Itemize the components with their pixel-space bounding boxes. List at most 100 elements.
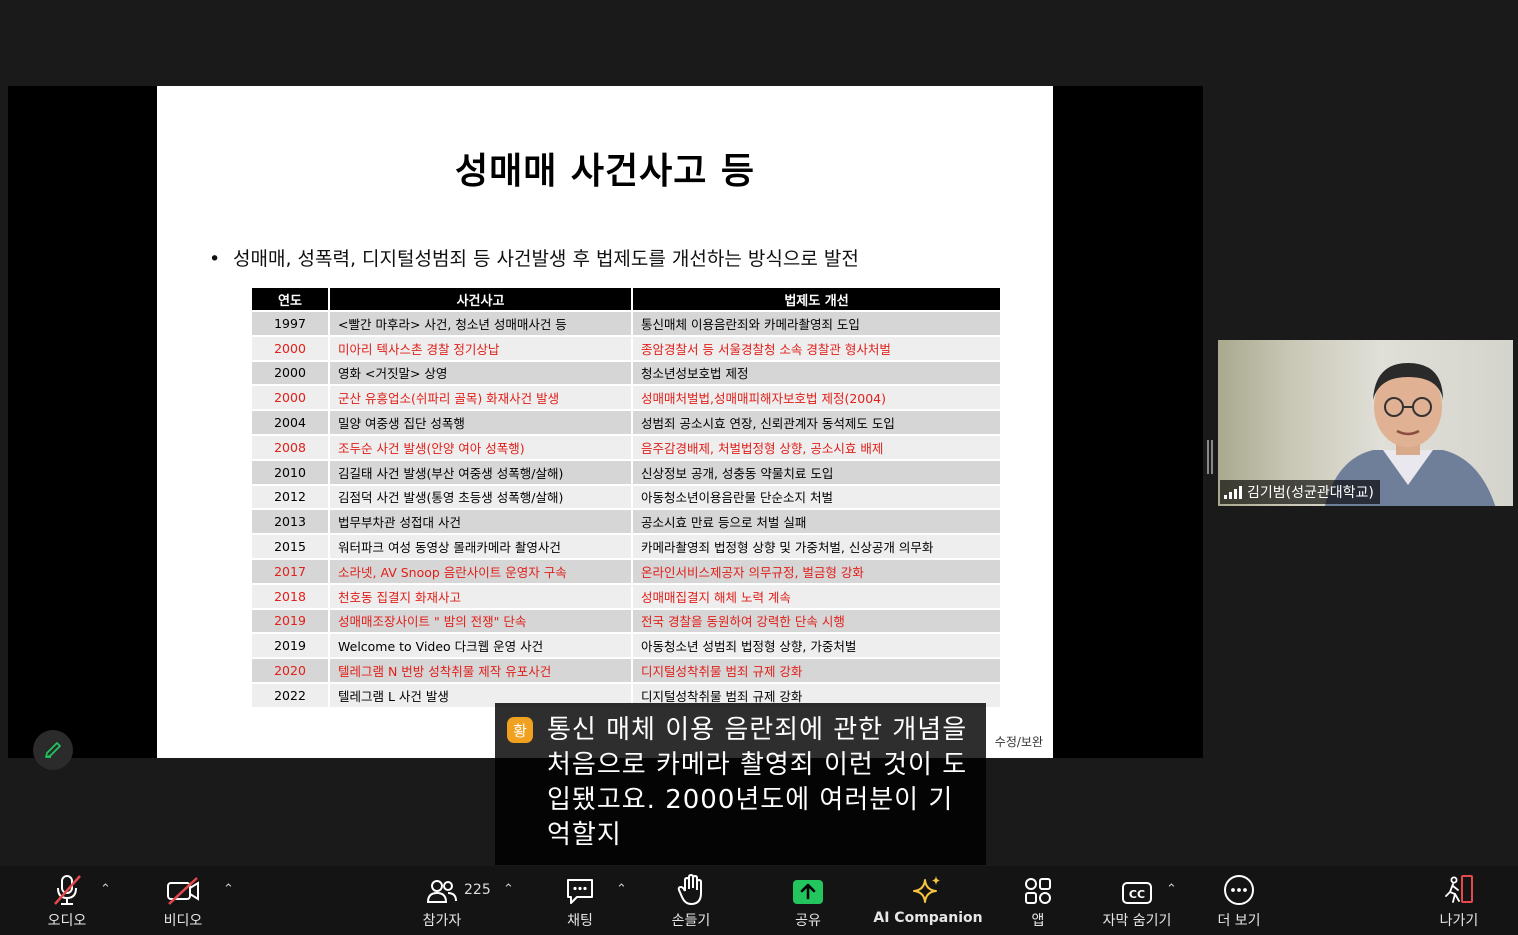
table-row: 2019 Welcome to Video 다크웹 운영 사건 아동청소년 성범죄 … — [252, 632, 1000, 659]
captions-button[interactable]: CC 자막 숨기기 — [1092, 866, 1182, 935]
apps-icon — [1025, 878, 1051, 904]
cell-year: 2019 — [252, 607, 330, 634]
sparkle-icon — [913, 876, 940, 903]
cell-event: 소라넷, AV Snoop 음란사이트 운영자 구속 — [329, 557, 633, 584]
cell-reform: 아동청소년 성범죄 법정형 상향, 가중처벌 — [632, 632, 1000, 659]
closed-caption-icon: CC — [1122, 882, 1152, 904]
cell-reform: 디지털성착취물 범죄 규제 강화 — [632, 657, 1000, 683]
cell-year: 2000 — [252, 359, 330, 386]
leave-label: 나가기 — [1439, 913, 1479, 929]
table-row: 2020 텔레그램 N 번방 성착취물 제작 유포사건 디지털성착취물 범죄 규제 … — [252, 657, 1000, 683]
cell-event: <빨간 마후라> 사건, 청소년 성매매사건 등 — [329, 310, 633, 336]
table-row: 2000 군산 유흥업소(쉬파리 골목) 화재사건 발생 성매매처벌법,성매매피해자… — [252, 384, 1000, 411]
cell-year: 2018 — [252, 582, 330, 609]
table-row: 1997 <빨간 마후라> 사건, 청소년 성매매사건 등 통신매체 이용음란죄와 … — [252, 310, 1000, 336]
cell-year: 1997 — [252, 310, 330, 336]
audio-button[interactable]: 오디오 — [36, 866, 98, 935]
cell-year: 2019 — [252, 632, 330, 659]
cell-event: 영화 <거짓말> 상영 — [329, 359, 633, 386]
chat-icon — [567, 879, 593, 904]
cell-reform: 통신매체 이용음란죄와 카메라촬영죄 도입 — [632, 310, 1000, 336]
participant-name: 김기범(성균관대학교) — [1247, 485, 1374, 501]
cell-event: 조두순 사건 발생(안양 여아 성폭행) — [329, 433, 633, 460]
audio-options-chevron-icon[interactable]: ⌃ — [100, 882, 111, 897]
cell-year: 2017 — [252, 557, 330, 584]
cell-reform: 아동청소년이용음란물 단순소지 처벌 — [632, 483, 1000, 510]
camera-off-icon — [167, 877, 199, 905]
cell-year: 2012 — [252, 483, 330, 510]
captions-options-chevron-icon[interactable]: ⌃ — [1166, 882, 1177, 897]
leave-button[interactable]: 나가기 — [1428, 866, 1490, 935]
participants-options-chevron-icon[interactable]: ⌃ — [503, 882, 514, 897]
video-button[interactable]: 비디오 — [152, 866, 214, 935]
table-row: 2018 천호동 집결지 화재사고 성매매집결지 해체 노력 계속 — [252, 582, 1000, 609]
svg-text:CC: CC — [1129, 888, 1145, 901]
raise-hand-icon — [677, 874, 702, 905]
captions-label: 자막 숨기기 — [1102, 913, 1172, 929]
cell-event: 천호동 집결지 화재사고 — [329, 582, 633, 609]
participants-label: 참가자 — [422, 913, 462, 929]
slide-bullet: • 성매매, 성폭력, 디지털성범죄 등 사건발생 후 법제도를 개선하는 방식으… — [209, 248, 859, 270]
slide-footnote: 수정/보완 — [994, 735, 1043, 749]
table-row: 2010 김길태 사건 발생(부산 여중생 성폭행/살해) 신상정보 공개, 성충동… — [252, 458, 1000, 485]
cell-year: 2000 — [252, 384, 330, 411]
cell-event: 법무부차관 성접대 사건 — [329, 508, 633, 535]
chat-button[interactable]: 채팅 — [550, 866, 610, 935]
slide-title: 성매매 사건사고 등 — [454, 151, 756, 192]
presentation-slide: 성매매 사건사고 등 • 성매매, 성폭력, 디지털성범죄 등 사건발생 후 법제… — [157, 86, 1053, 758]
leave-door-icon — [1445, 875, 1473, 903]
raise-hand-button[interactable]: 손들기 — [660, 866, 722, 935]
video-options-chevron-icon[interactable]: ⌃ — [223, 882, 234, 897]
cell-reform: 성매매집결지 해체 노력 계속 — [632, 582, 1000, 609]
chat-options-chevron-icon[interactable]: ⌃ — [616, 882, 627, 897]
cell-event: 김점덕 사건 발생(통영 초등생 성폭행/살해) — [329, 483, 633, 510]
caption-speaker-avatar: 황 — [507, 717, 533, 743]
panel-resize-handle[interactable] — [1207, 440, 1213, 474]
cell-event: 미아리 텍사스촌 경찰 정기상납 — [329, 334, 633, 361]
share-screen-icon — [793, 880, 823, 904]
participants-icon — [426, 880, 457, 903]
cell-event: 밀양 여중생 집단 성폭행 — [329, 409, 633, 435]
share-screen-button[interactable]: 공유 — [778, 866, 838, 935]
cell-reform: 공소시효 만료 등으로 처벌 실패 — [632, 508, 1000, 535]
cell-reform: 음주감경배제, 처벌법정형 상향, 공소시효 배제 — [632, 433, 1000, 460]
table-row: 2012 김점덕 사건 발생(통영 초등생 성폭행/살해) 아동청소년이용음란물 단… — [252, 483, 1000, 510]
cell-year: 2015 — [252, 533, 330, 559]
cell-year: 2022 — [252, 681, 330, 707]
microphone-muted-icon — [54, 875, 81, 905]
table-header-row: 연도 사건사고 법제도 개선 — [252, 288, 1000, 311]
participant-count: 225 — [464, 882, 491, 898]
more-label: 더 보기 — [1217, 913, 1261, 929]
table-row: 2008 조두순 사건 발생(안양 여아 성폭행) 음주감경배제, 처벌법정형 상향… — [252, 433, 1000, 460]
table-row: 2015 워터파크 여성 동영상 몰래카메라 촬영사건 카메라촬영죄 법정형 상향 … — [252, 533, 1000, 559]
chat-label: 채팅 — [567, 913, 593, 929]
table-row: 2013 법무부차관 성접대 사건 공소시효 만료 등으로 처벌 실패 — [252, 508, 1000, 535]
more-button[interactable]: 더 보기 — [1208, 866, 1270, 935]
participants-button[interactable]: 참가자 — [410, 866, 474, 935]
apps-label: 앱 — [1031, 913, 1045, 929]
cell-event: 김길태 사건 발생(부산 여중생 성폭행/살해) — [329, 458, 633, 485]
annotate-button[interactable] — [33, 730, 73, 770]
events-table: 연도 사건사고 법제도 개선 1997 <빨간 마후라> 사건, 청소년 성매매사… — [252, 288, 1000, 707]
table-row: 2017 소라넷, AV Snoop 음란사이트 운영자 구속 온라인서비스제공자 … — [252, 557, 1000, 584]
participant-video-tile[interactable]: 김기범(성균관대학교) — [1218, 340, 1513, 506]
cell-year: 2000 — [252, 334, 330, 361]
table-row: 2000 미아리 텍사스촌 경찰 정기상납 종암경찰서 등 서울경찰청 소속 경찰관… — [252, 334, 1000, 361]
meeting-toolbar: 오디오 ⌃ 비디오 ⌃ 참가자 225 ⌃ 채팅 ⌃ 손들기 공유 AI Com… — [0, 866, 1518, 935]
cell-event: 텔레그램 N 번방 성착취물 제작 유포사건 — [329, 657, 633, 683]
table-row: 2019 성매매조장사이트 " 밤의 전쟁" 단속 전국 경찰을 동원하여 강력한 … — [252, 607, 1000, 634]
ai-companion-button[interactable]: AI Companion — [873, 866, 983, 935]
cell-year: 2008 — [252, 433, 330, 460]
participant-name-tag: 김기범(성균관대학교) — [1220, 480, 1380, 504]
raise-hand-label: 손들기 — [671, 913, 711, 929]
table-body: 1997 <빨간 마후라> 사건, 청소년 성매매사건 등 통신매체 이용음란죄와 … — [252, 310, 1000, 707]
cell-reform: 온라인서비스제공자 의무규정, 벌금형 강화 — [632, 557, 1000, 584]
cell-reform: 종암경찰서 등 서울경찰청 소속 경찰관 형사처벌 — [632, 334, 1000, 361]
apps-button[interactable]: 앱 — [1008, 866, 1068, 935]
live-caption-box: 황 통신 매체 이용 음란죄에 관한 개념을 처음으로 카메라 촬영죄 이런 것… — [495, 703, 986, 865]
caption-text: 통신 매체 이용 음란죄에 관한 개념을 처음으로 카메라 촬영죄 이런 것이 … — [547, 715, 968, 850]
share-label: 공유 — [795, 913, 821, 929]
signal-strength-icon — [1224, 485, 1242, 499]
cell-event: 성매매조장사이트 " 밤의 전쟁" 단속 — [329, 607, 633, 634]
cell-reform: 청소년성보호법 제정 — [632, 359, 1000, 386]
